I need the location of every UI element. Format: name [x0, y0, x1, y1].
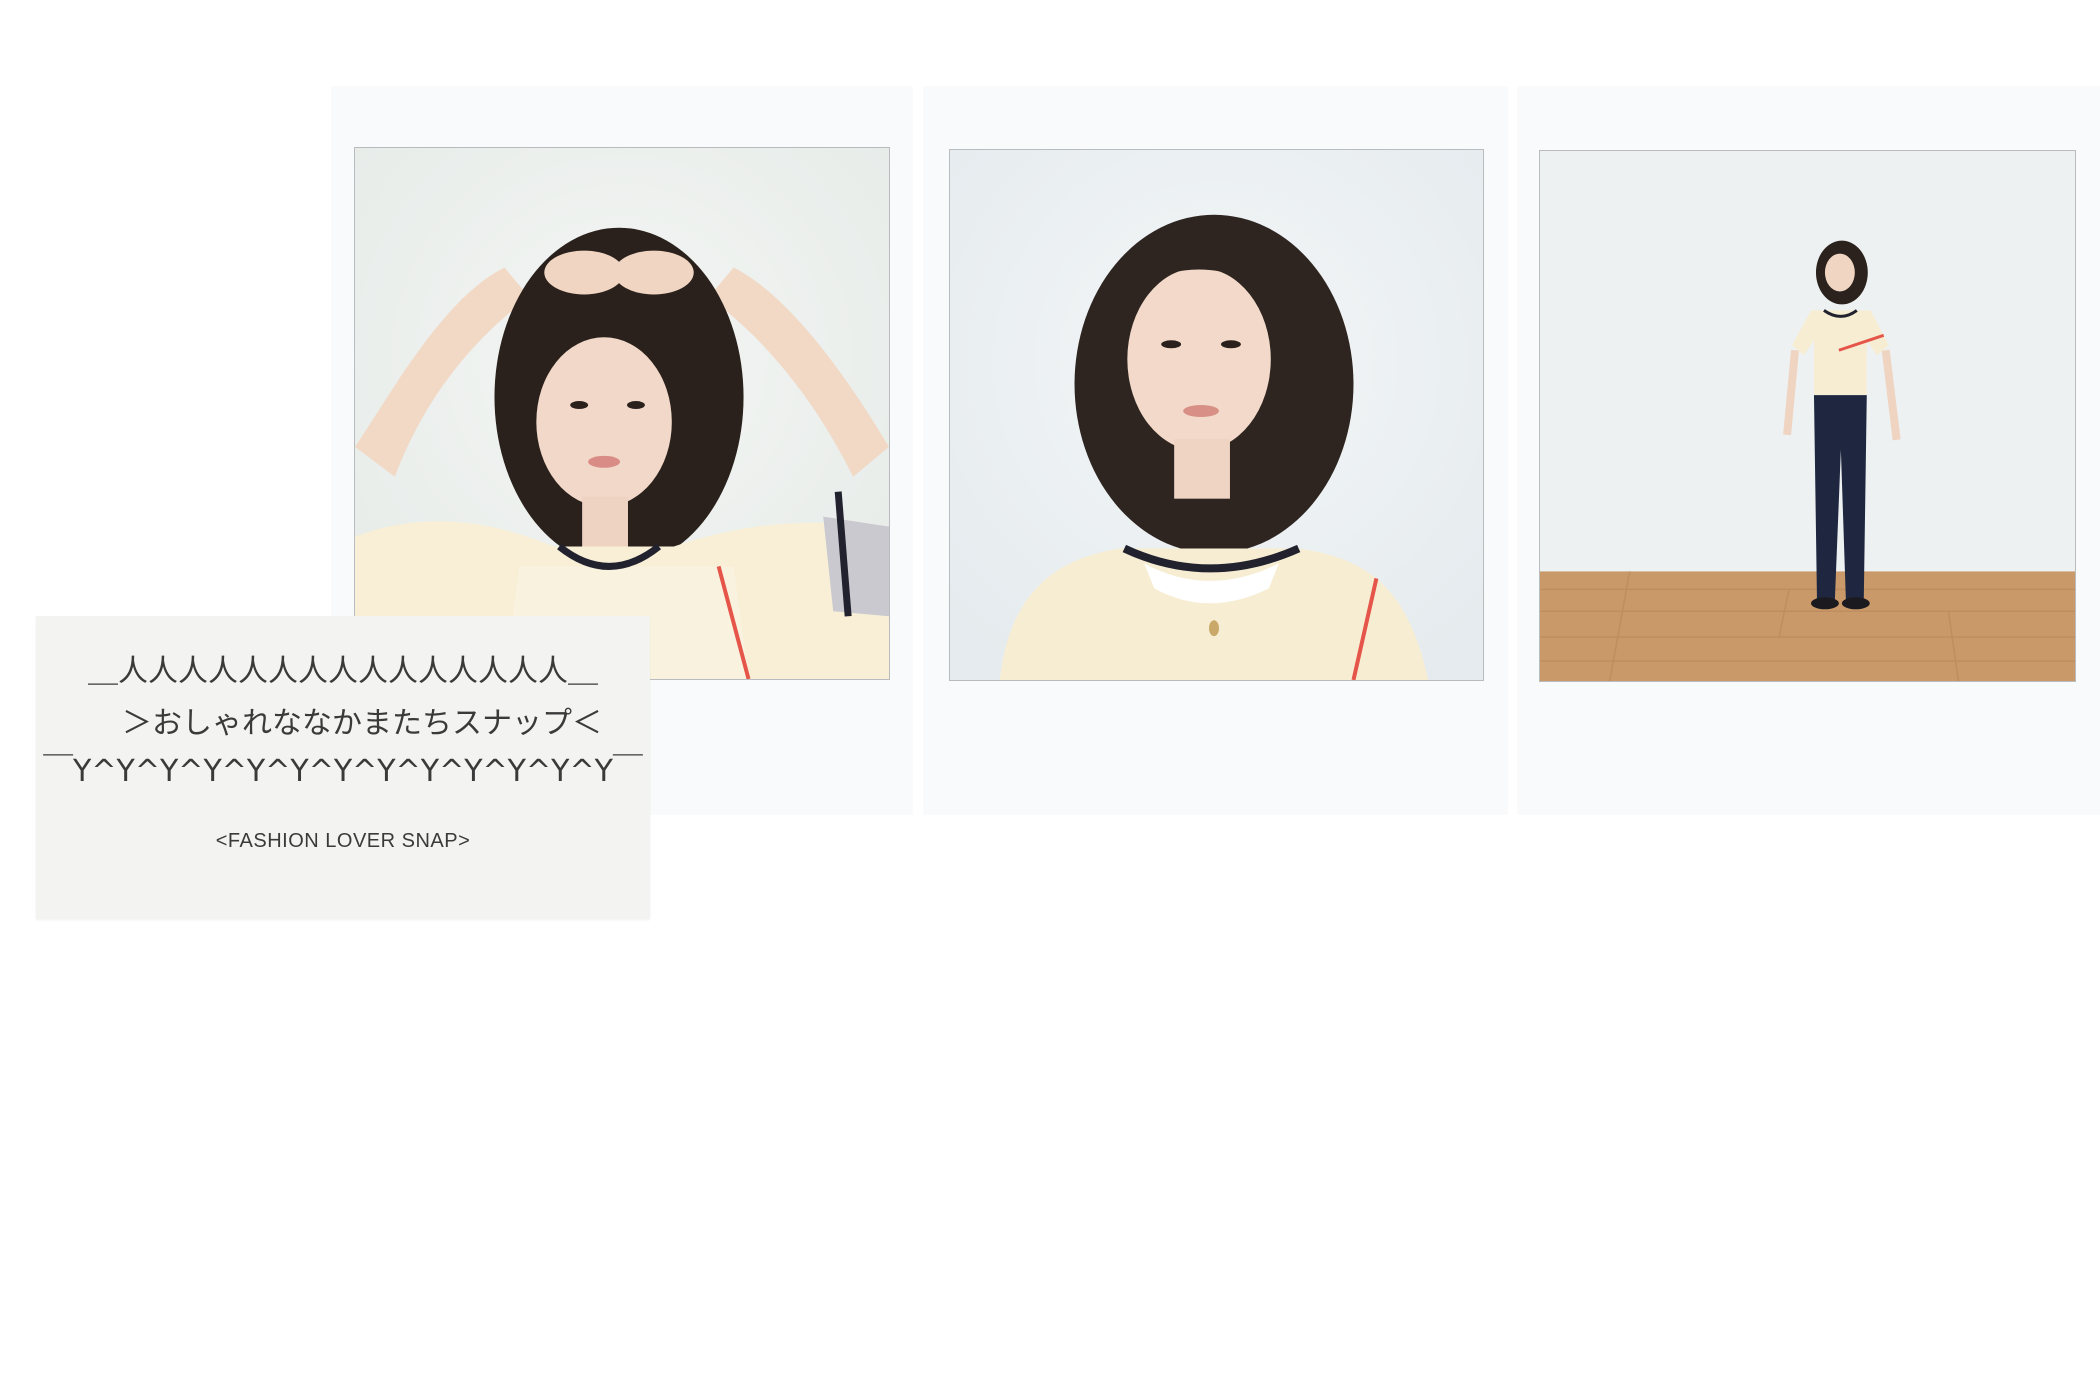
instant-film-3[interactable]: [1518, 87, 2100, 814]
photo-illustration: [950, 150, 1483, 680]
card-bottom-border: ￣Y^Y^Y^Y^Y^Y^Y^Y^Y^Y^Y^Y^Y￣: [43, 754, 643, 789]
card-right-bracket: ＜: [572, 706, 602, 741]
page: ＿人人人人人人人人人人人人人人人＿ ＞ おしゃれななかまたちスナップ ＜ ￣Y^…: [0, 0, 2100, 1387]
card-title-row: ＞ おしゃれななかまたちスナップ ＜: [36, 698, 650, 742]
film-photo-hands-on-head[interactable]: [354, 147, 890, 680]
card-top-border: ＿人人人人人人人人人人人人人人人＿: [88, 654, 598, 689]
instant-film-2[interactable]: [924, 87, 1507, 814]
photo-illustration: [355, 148, 889, 679]
photo-illustration: [1540, 151, 2075, 681]
fashion-lover-snap-card: ＿人人人人人人人人人人人人人人人＿ ＞ おしゃれななかまたちスナップ ＜ ￣Y^…: [36, 616, 650, 919]
card-title: おしゃれななかまたちスナップ: [152, 706, 572, 741]
film-photo-full-body[interactable]: [1539, 150, 2076, 682]
card-subtitle: <FASHION LOVER SNAP>: [215, 830, 471, 852]
card-left-bracket: ＞: [122, 706, 152, 741]
film-photo-portrait[interactable]: [949, 149, 1484, 681]
